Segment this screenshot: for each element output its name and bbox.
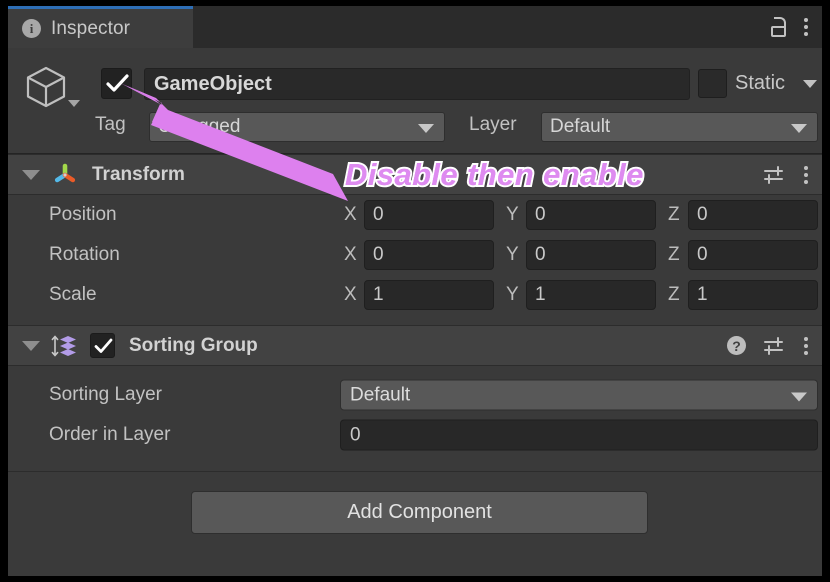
inspector-tabbar: i Inspector — [8, 6, 822, 48]
axis-label-x: X — [344, 284, 357, 305]
inspector-toolbar — [770, 6, 814, 48]
kebab-menu-icon[interactable] — [804, 165, 808, 184]
order-in-layer-value: 0 — [350, 424, 361, 445]
rotation-y-input[interactable]: 0 — [526, 240, 656, 270]
axis-label-y: Y — [506, 204, 519, 225]
scale-x-value: 1 — [373, 284, 384, 305]
layer-label: Layer — [469, 114, 517, 135]
axis-label-z: Z — [668, 244, 680, 265]
foldout-arrow-icon[interactable] — [22, 340, 40, 351]
position-x-input[interactable]: 0 — [364, 200, 494, 230]
position-z-value: 0 — [697, 204, 708, 225]
tag-label: Tag — [95, 114, 126, 135]
position-x-value: 0 — [373, 204, 384, 225]
sorting-group-row-sorting-layer: Sorting Layer Default — [8, 375, 822, 415]
component-header-icons-transform — [764, 155, 808, 194]
component-header-icons-sorting-group: ? — [727, 326, 808, 365]
row-label-sorting-layer: Sorting Layer — [49, 384, 163, 405]
component-title-transform: Transform — [92, 163, 185, 185]
lock-open-icon[interactable] — [770, 17, 788, 37]
add-component-label: Add Component — [347, 501, 492, 523]
axis-label-y: Y — [506, 284, 519, 305]
tag-value: Untagged — [158, 116, 241, 137]
gameobject-header: GameObject Static Tag Untagged Layer Def… — [8, 48, 822, 154]
scale-z-value: 1 — [697, 284, 708, 305]
transform-gizmo-icon — [54, 163, 76, 182]
static-dropdown-caret-icon[interactable] — [803, 80, 817, 88]
sorting-group-icon — [51, 334, 76, 357]
chevron-down-icon — [418, 124, 434, 133]
scale-y-value: 1 — [535, 284, 546, 305]
screenshot-root: i Inspector GameObject Static Tag Untagg… — [0, 0, 830, 582]
component-header-transform[interactable]: Transform — [8, 154, 822, 195]
row-label-scale: Scale — [49, 284, 97, 305]
row-label-rotation: Rotation — [49, 244, 120, 265]
tag-dropdown[interactable]: Untagged — [149, 112, 445, 142]
prefab-dropdown-caret-icon[interactable] — [68, 100, 80, 107]
component-title-sorting-group: Sorting Group — [129, 334, 258, 356]
sorting-layer-dropdown[interactable]: Default — [340, 379, 818, 411]
spacer — [8, 455, 822, 471]
kebab-menu-icon[interactable] — [804, 18, 808, 36]
gameobject-active-checkbox[interactable] — [101, 68, 132, 99]
checkmark-icon — [106, 74, 129, 92]
scale-x-input[interactable]: 1 — [364, 280, 494, 310]
help-icon[interactable]: ? — [727, 336, 746, 355]
info-icon: i — [22, 19, 41, 38]
scale-z-input[interactable]: 1 — [688, 280, 818, 310]
axis-label-x: X — [344, 244, 357, 265]
position-y-value: 0 — [535, 204, 546, 225]
rotation-x-value: 0 — [373, 244, 384, 265]
rotation-z-input[interactable]: 0 — [688, 240, 818, 270]
axis-label-z: Z — [668, 204, 680, 225]
cube-icon[interactable] — [22, 64, 70, 110]
row-label-order-in-layer: Order in Layer — [49, 424, 171, 445]
spacer — [8, 315, 822, 325]
add-component-area: Add Component — [8, 472, 822, 548]
static-checkbox[interactable] — [698, 69, 727, 98]
row-label-position: Position — [49, 204, 117, 225]
transform-row-position: Position X 0 Y 0 Z 0 — [8, 195, 822, 235]
sorting-group-row-order-in-layer: Order in Layer 0 — [8, 415, 822, 455]
component-header-sorting-group[interactable]: Sorting Group ? — [8, 325, 822, 366]
scale-y-input[interactable]: 1 — [526, 280, 656, 310]
gameobject-name-input[interactable]: GameObject — [144, 68, 690, 100]
position-z-input[interactable]: 0 — [688, 200, 818, 230]
inspector-body: GameObject Static Tag Untagged Layer Def… — [8, 48, 822, 576]
rotation-z-value: 0 — [697, 244, 708, 265]
axis-label-x: X — [344, 204, 357, 225]
add-component-button[interactable]: Add Component — [191, 491, 648, 534]
inspector-window: i Inspector GameObject Static Tag Untagg… — [8, 6, 822, 576]
chevron-down-icon — [791, 392, 807, 401]
rotation-y-value: 0 — [535, 244, 546, 265]
transform-row-rotation: Rotation X 0 Y 0 Z 0 — [8, 235, 822, 275]
sorting-layer-value: Default — [350, 384, 411, 405]
kebab-menu-icon[interactable] — [804, 336, 808, 355]
axis-label-y: Y — [506, 244, 519, 265]
preset-settings-icon[interactable] — [764, 165, 786, 185]
static-label: Static — [735, 72, 786, 94]
tab-inspector[interactable]: i Inspector — [8, 6, 193, 48]
component-body-transform: Position X 0 Y 0 Z 0 Rotation X 0 Y 0 Z … — [8, 195, 822, 325]
layer-dropdown[interactable]: Default — [541, 112, 818, 142]
checkmark-icon — [94, 338, 113, 353]
spacer — [8, 366, 822, 375]
layer-value: Default — [550, 116, 611, 137]
transform-row-scale: Scale X 1 Y 1 Z 1 — [8, 275, 822, 315]
foldout-arrow-icon[interactable] — [22, 169, 40, 180]
chevron-down-icon — [791, 124, 807, 133]
component-body-sorting-group: Sorting Layer Default Order in Layer 0 — [8, 366, 822, 471]
preset-settings-icon[interactable] — [764, 336, 786, 356]
tab-inspector-label: Inspector — [51, 17, 131, 39]
axis-label-z: Z — [668, 284, 680, 305]
rotation-x-input[interactable]: 0 — [364, 240, 494, 270]
order-in-layer-input[interactable]: 0 — [340, 419, 818, 451]
gameobject-name-value: GameObject — [154, 72, 272, 95]
sorting-group-enabled-checkbox[interactable] — [90, 333, 115, 358]
position-y-input[interactable]: 0 — [526, 200, 656, 230]
